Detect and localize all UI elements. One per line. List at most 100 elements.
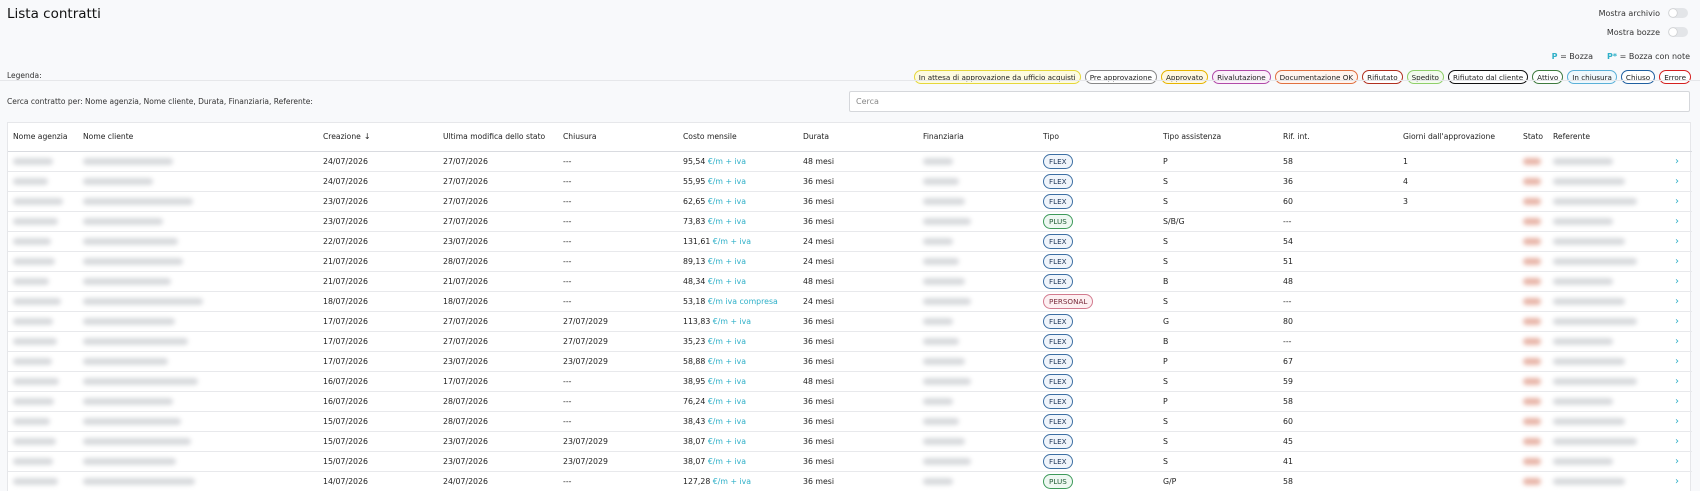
table-row[interactable]: 24/07/2026 27/07/2026 --- 95,54 €/m + iva 48… <box>8 151 1692 172</box>
header-status[interactable]: Stato <box>1518 123 1548 152</box>
header-assistance-type[interactable]: Tipo assistenza <box>1158 123 1278 152</box>
chevron-right-icon[interactable]: › <box>1675 276 1679 287</box>
cell-action[interactable]: › <box>1662 411 1692 432</box>
header-client-name[interactable]: Nome cliente <box>78 123 318 152</box>
last-change-date: 23/07/2026 <box>443 356 488 366</box>
last-change-date: 27/07/2026 <box>443 316 488 326</box>
table-row[interactable]: 23/07/2026 27/07/2026 --- 73,83 €/m + iva 36… <box>8 211 1692 232</box>
header-creation[interactable]: Creazione ↓ <box>318 123 438 152</box>
chevron-right-icon[interactable]: › <box>1675 176 1679 187</box>
cell-monthly-cost: 73,83 €/m + iva <box>678 211 798 232</box>
table-row[interactable]: 21/07/2026 21/07/2026 --- 48,34 €/m + iva 48… <box>8 271 1692 292</box>
table-row[interactable]: 15/07/2026 23/07/2026 23/07/2029 38,07 €/m … <box>8 431 1692 452</box>
cell-type: FLEX <box>1038 431 1158 452</box>
cell-action[interactable]: › <box>1662 331 1692 352</box>
cell-action[interactable]: › <box>1662 391 1692 412</box>
chevron-right-icon[interactable]: › <box>1675 396 1679 407</box>
table-row[interactable]: 15/07/2026 28/07/2026 --- 38,43 €/m + iva 36… <box>8 411 1692 432</box>
header-internal-ref[interactable]: Rif. int. <box>1278 123 1398 152</box>
cell-creation: 17/07/2026 <box>318 351 438 372</box>
show-drafts-toggle-row: Mostra bozze <box>1607 27 1688 37</box>
cell-agency-name <box>8 291 78 312</box>
cell-action[interactable]: › <box>1662 171 1692 192</box>
cell-days-since-approval <box>1398 291 1518 312</box>
cost-unit: €/m + iva <box>707 376 747 386</box>
redacted-text <box>13 298 61 305</box>
redacted-text <box>1553 338 1613 345</box>
table-row[interactable]: 22/07/2026 23/07/2026 --- 131,61 €/m + iva 2… <box>8 231 1692 252</box>
chevron-right-icon[interactable]: › <box>1675 316 1679 327</box>
redacted-text <box>1553 358 1625 365</box>
chevron-right-icon[interactable]: › <box>1675 216 1679 227</box>
cell-action[interactable]: › <box>1662 431 1692 452</box>
table-row[interactable]: 17/07/2026 27/07/2026 27/07/2029 113,83 €/m… <box>8 311 1692 332</box>
cell-financing <box>918 251 1038 272</box>
chevron-right-icon[interactable]: › <box>1675 376 1679 387</box>
table-row[interactable]: 15/07/2026 23/07/2026 23/07/2029 38,07 €/m … <box>8 451 1692 472</box>
closing-date: --- <box>563 296 572 306</box>
redacted-text <box>13 318 53 325</box>
header-days-since-approval[interactable]: Giorni dall'approvazione <box>1398 123 1518 152</box>
header-type[interactable]: Tipo <box>1038 123 1158 152</box>
cell-financing <box>918 271 1038 292</box>
chevron-right-icon[interactable]: › <box>1675 336 1679 347</box>
cell-action[interactable]: › <box>1662 271 1692 292</box>
duration: 36 mesi <box>803 196 835 206</box>
header-agency-name[interactable]: Nome agenzia <box>8 123 78 152</box>
table-row[interactable]: 16/07/2026 28/07/2026 --- 76,24 €/m + iva 36… <box>8 391 1692 412</box>
chevron-right-icon[interactable]: › <box>1675 296 1679 307</box>
search-input[interactable] <box>849 91 1690 112</box>
header-action[interactable] <box>1662 123 1692 152</box>
cell-last-status-change: 18/07/2026 <box>438 291 558 312</box>
show-archive-toggle[interactable] <box>1668 8 1688 18</box>
table-row[interactable]: 16/07/2026 17/07/2026 --- 38,95 €/m + iva 48… <box>8 371 1692 392</box>
table-row[interactable]: 23/07/2026 27/07/2026 --- 62,65 €/m + iva 36… <box>8 191 1692 212</box>
cell-action[interactable]: › <box>1662 471 1692 491</box>
cell-assistance-type: S/B/G <box>1158 211 1278 232</box>
cell-action[interactable]: › <box>1662 191 1692 212</box>
table-row[interactable]: 14/07/2026 24/07/2026 --- 127,28 €/m + iva 3… <box>8 471 1692 491</box>
show-drafts-toggle[interactable] <box>1668 27 1688 37</box>
cell-action[interactable]: › <box>1662 451 1692 472</box>
table-row[interactable]: 24/07/2026 27/07/2026 --- 55,95 €/m + iva 36… <box>8 171 1692 192</box>
chevron-right-icon[interactable]: › <box>1675 156 1679 167</box>
draft-text: = Bozza <box>1560 52 1593 61</box>
table-row[interactable]: 17/07/2026 27/07/2026 27/07/2029 35,23 €/m … <box>8 331 1692 352</box>
cell-action[interactable]: › <box>1662 231 1692 252</box>
creation-date: 17/07/2026 <box>323 356 368 366</box>
header-referent[interactable]: Referente <box>1548 123 1662 152</box>
header-label: Nome cliente <box>83 132 134 142</box>
header-monthly-cost[interactable]: Costo mensile <box>678 123 798 152</box>
cell-action[interactable]: › <box>1662 151 1692 172</box>
chevron-right-icon[interactable]: › <box>1675 476 1679 487</box>
chevron-right-icon[interactable]: › <box>1675 236 1679 247</box>
legend-badge: In chiusura <box>1567 70 1617 84</box>
table-row[interactable]: 17/07/2026 23/07/2026 23/07/2029 58,88 €/m … <box>8 351 1692 372</box>
header-financing[interactable]: Finanziaria <box>918 123 1038 152</box>
chevron-right-icon[interactable]: › <box>1675 256 1679 267</box>
chevron-right-icon[interactable]: › <box>1675 456 1679 467</box>
chevron-right-icon[interactable]: › <box>1675 416 1679 427</box>
header-last-status-change[interactable]: Ultima modifica dello stato <box>438 123 558 152</box>
header-closing[interactable]: Chiusura <box>558 123 678 152</box>
cell-status <box>1518 411 1548 432</box>
cell-action[interactable]: › <box>1662 351 1692 372</box>
chevron-right-icon[interactable]: › <box>1675 356 1679 367</box>
cell-action[interactable]: › <box>1662 311 1692 332</box>
cell-action[interactable]: › <box>1662 211 1692 232</box>
redacted-text <box>1523 198 1541 205</box>
header-duration[interactable]: Durata <box>798 123 918 152</box>
cell-action[interactable]: › <box>1662 251 1692 272</box>
header-label: Chiusura <box>563 132 597 142</box>
table-row[interactable]: 21/07/2026 28/07/2026 --- 89,13 €/m + iva 24… <box>8 251 1692 272</box>
chevron-right-icon[interactable]: › <box>1675 436 1679 447</box>
cell-action[interactable]: › <box>1662 291 1692 312</box>
sort-desc-icon[interactable]: ↓ <box>364 132 371 141</box>
cell-monthly-cost: 58,88 €/m + iva <box>678 351 798 372</box>
legend-badge: In attesa di approvazione da ufficio acq… <box>913 70 1081 84</box>
cell-action[interactable]: › <box>1662 371 1692 392</box>
cell-internal-ref: 41 <box>1278 451 1398 472</box>
chevron-right-icon[interactable]: › <box>1675 196 1679 207</box>
assistance-type: S <box>1163 196 1168 206</box>
table-row[interactable]: 18/07/2026 18/07/2026 --- 53,18 €/m iva com… <box>8 291 1692 312</box>
